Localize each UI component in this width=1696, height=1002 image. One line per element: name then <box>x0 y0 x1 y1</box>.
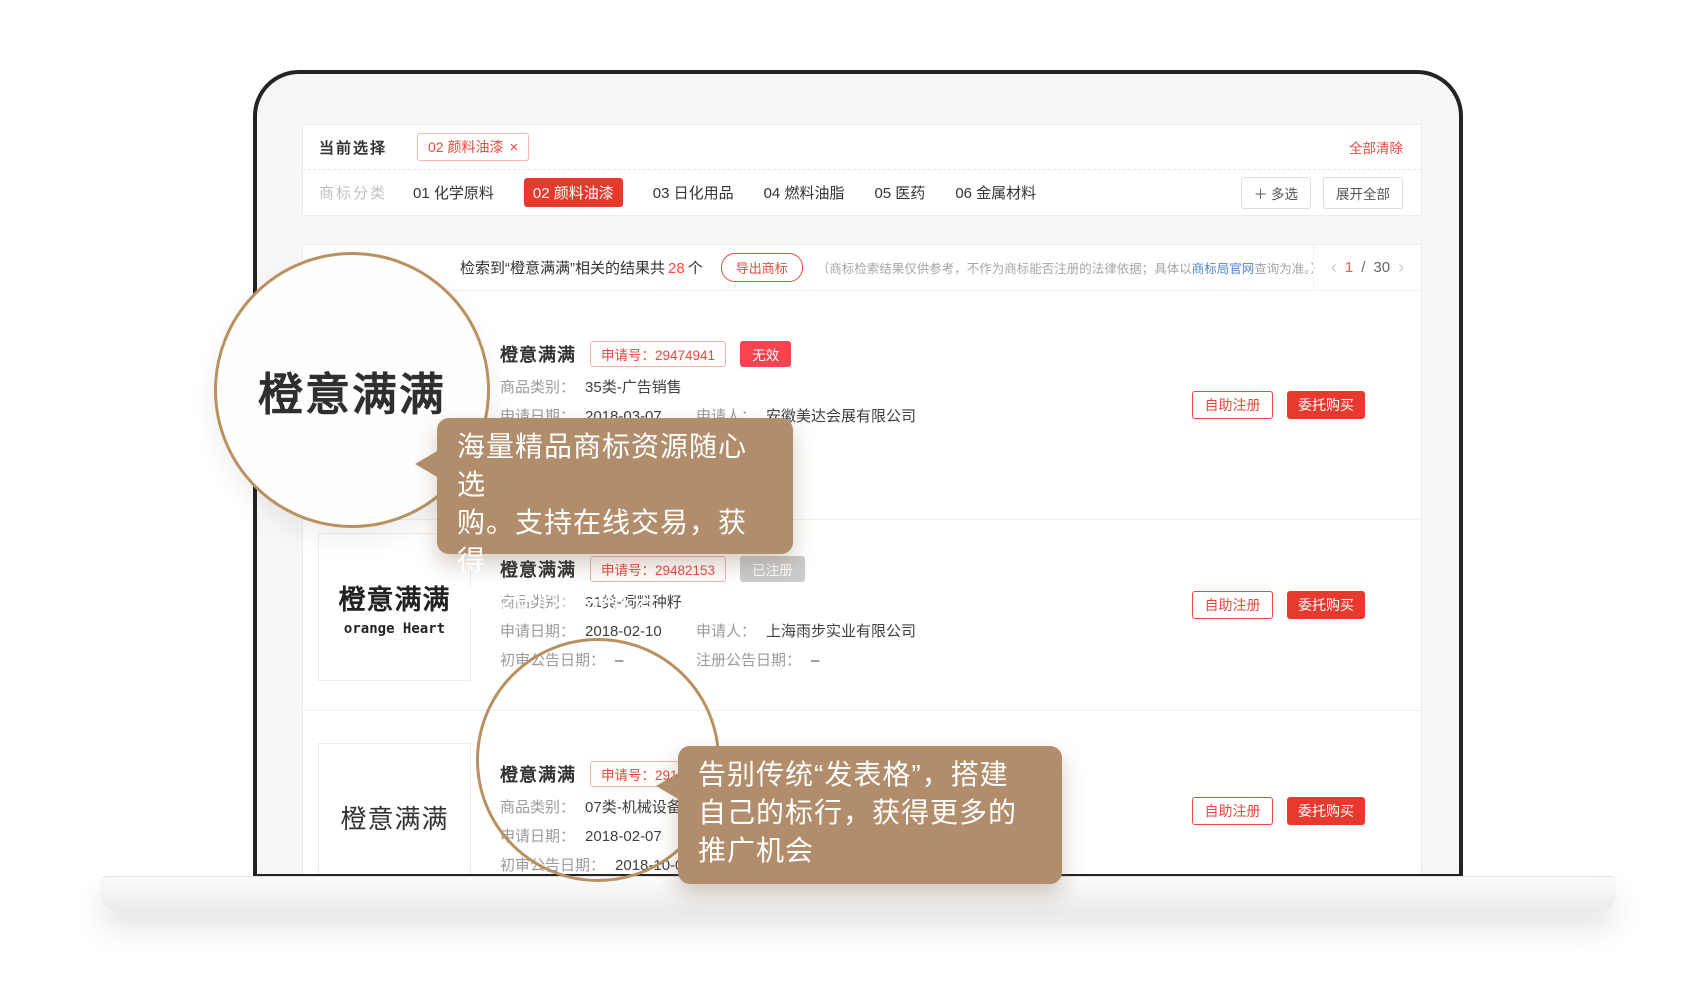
category-row: 商标分类 01 化学原料 02 颜料油漆 03 日化用品 04 燃料油脂 05 … <box>303 170 1421 215</box>
results-summary-unit: 个 <box>688 260 703 277</box>
applicant-label: 申请人： <box>696 621 756 642</box>
page: 当前选择 02 颜料油漆 × 全部清除 商标分类 01 化学原料 02 颜料油漆… <box>0 0 1696 1002</box>
results-count: 28 <box>668 260 685 277</box>
callout-bubble-promotion: 告别传统“发表格”，搭建 自己的标行，获得更多的 推广机会 <box>678 746 1062 884</box>
category-item-01[interactable]: 01 化学原料 <box>413 182 494 203</box>
trademark-image-3: 橙意满满 <box>318 743 471 878</box>
filter-card: 当前选择 02 颜料油漆 × 全部清除 商标分类 01 化学原料 02 颜料油漆… <box>302 124 1422 216</box>
trademark-image-3-text: 橙意满满 <box>340 799 448 836</box>
results-summary-text: 检索到“橙意满满”相关的结果共 <box>460 260 665 277</box>
current-selection-row: 当前选择 02 颜料油漆 × 全部清除 <box>303 125 1421 170</box>
results-summary: 检索到“橙意满满”相关的结果共28个 <box>460 257 703 278</box>
application-number-value: 29474941 <box>655 348 715 363</box>
category-item-06[interactable]: 06 金属材料 <box>955 182 1036 203</box>
trademark-image-2-text: 橙意满满 <box>339 578 451 617</box>
clear-all-button[interactable]: 全部清除 <box>1349 137 1403 157</box>
trademark-image-2: 橙意满满 orange Heart <box>318 533 471 681</box>
trademark-office-link[interactable]: 商标局官网 <box>1192 262 1255 276</box>
page-separator: / <box>1361 259 1365 276</box>
expand-all-button[interactable]: 展开全部 <box>1323 177 1403 209</box>
total-pages: 30 <box>1373 259 1390 276</box>
magnified-trademark-text: 橙意满满 <box>258 358 446 423</box>
category-item-03[interactable]: 03 日化用品 <box>653 182 734 203</box>
self-register-button[interactable]: 自助注册 <box>1192 391 1273 419</box>
self-register-button[interactable]: 自助注册 <box>1192 591 1273 619</box>
callout-line: 告别传统“发表格”，搭建 <box>698 756 1042 794</box>
current-selection-label: 当前选择 <box>319 137 387 158</box>
category-item-05[interactable]: 05 医药 <box>874 182 925 203</box>
prev-page-icon[interactable]: ‹ <box>1331 257 1337 278</box>
remove-tag-icon[interactable]: × <box>509 139 518 156</box>
category-value: 35类-广告销售 <box>585 377 682 398</box>
reg-pub-value: – <box>811 650 819 671</box>
export-trademarks-button[interactable]: 导出商标 <box>721 253 803 282</box>
applicant-value: 上海雨步实业有限公司 <box>766 621 916 642</box>
trademark-name[interactable]: 橙意满满 <box>500 341 576 367</box>
results-header: 检索到“橙意满满”相关的结果共28个 导出商标 （商标检索结果仅供参考，不作为商… <box>303 245 1421 291</box>
trademark-image-2-subtext: orange Heart <box>344 621 445 637</box>
entrust-buy-button[interactable]: 委托购买 <box>1287 591 1365 619</box>
selected-filter-tag-label: 02 颜料油漆 <box>428 137 503 157</box>
apply-date-label: 申请日期： <box>500 621 575 642</box>
category-label: 商品类别： <box>500 377 575 398</box>
selected-filter-tag[interactable]: 02 颜料油漆 × <box>417 133 529 161</box>
entrust-buy-button[interactable]: 委托购买 <box>1287 391 1365 419</box>
multi-select-button[interactable]: ＋ 多选 <box>1241 177 1311 209</box>
category-row-label: 商标分类 <box>319 182 387 203</box>
reg-pub-label: 注册公告日期： <box>696 650 801 671</box>
entrust-buy-button[interactable]: 委托购买 <box>1287 797 1365 825</box>
callout-line: 购。支持在线交易，获得 <box>457 504 773 580</box>
application-number-tag: 申请号：29474941 <box>590 341 726 367</box>
current-page: 1 <box>1345 259 1353 276</box>
callout-line: 更多的交易机会 <box>457 580 773 618</box>
category-item-02-active[interactable]: 02 颜料油漆 <box>524 178 623 207</box>
next-page-icon[interactable]: › <box>1398 257 1404 278</box>
pagination: ‹ 1 / 30 › <box>1313 245 1421 290</box>
row-actions-1: 自助注册 委托购买 <box>1192 391 1365 419</box>
disclaimer-text-pre: （商标检索结果仅供参考，不作为商标能否注册的法律依据；具体以 <box>817 262 1192 276</box>
application-number-label: 申请号： <box>601 348 655 363</box>
status-badge: 无效 <box>740 341 791 367</box>
callout-line: 自己的标行，获得更多的 <box>698 794 1042 832</box>
callout-bubble-marketplace: 海量精品商标资源随心选 购。支持在线交易，获得 更多的交易机会 <box>437 418 793 554</box>
self-register-button[interactable]: 自助注册 <box>1192 797 1273 825</box>
category-item-04[interactable]: 04 燃料油脂 <box>764 182 845 203</box>
results-disclaimer: （商标检索结果仅供参考，不作为商标能否注册的法律依据；具体以商标局官网查询为准。… <box>817 258 1323 277</box>
callout-line: 推广机会 <box>698 832 1042 870</box>
row-actions-3: 自助注册 委托购买 <box>1192 797 1365 825</box>
row-actions-2: 自助注册 委托购买 <box>1192 591 1365 619</box>
callout-line: 海量精品商标资源随心选 <box>457 428 773 504</box>
